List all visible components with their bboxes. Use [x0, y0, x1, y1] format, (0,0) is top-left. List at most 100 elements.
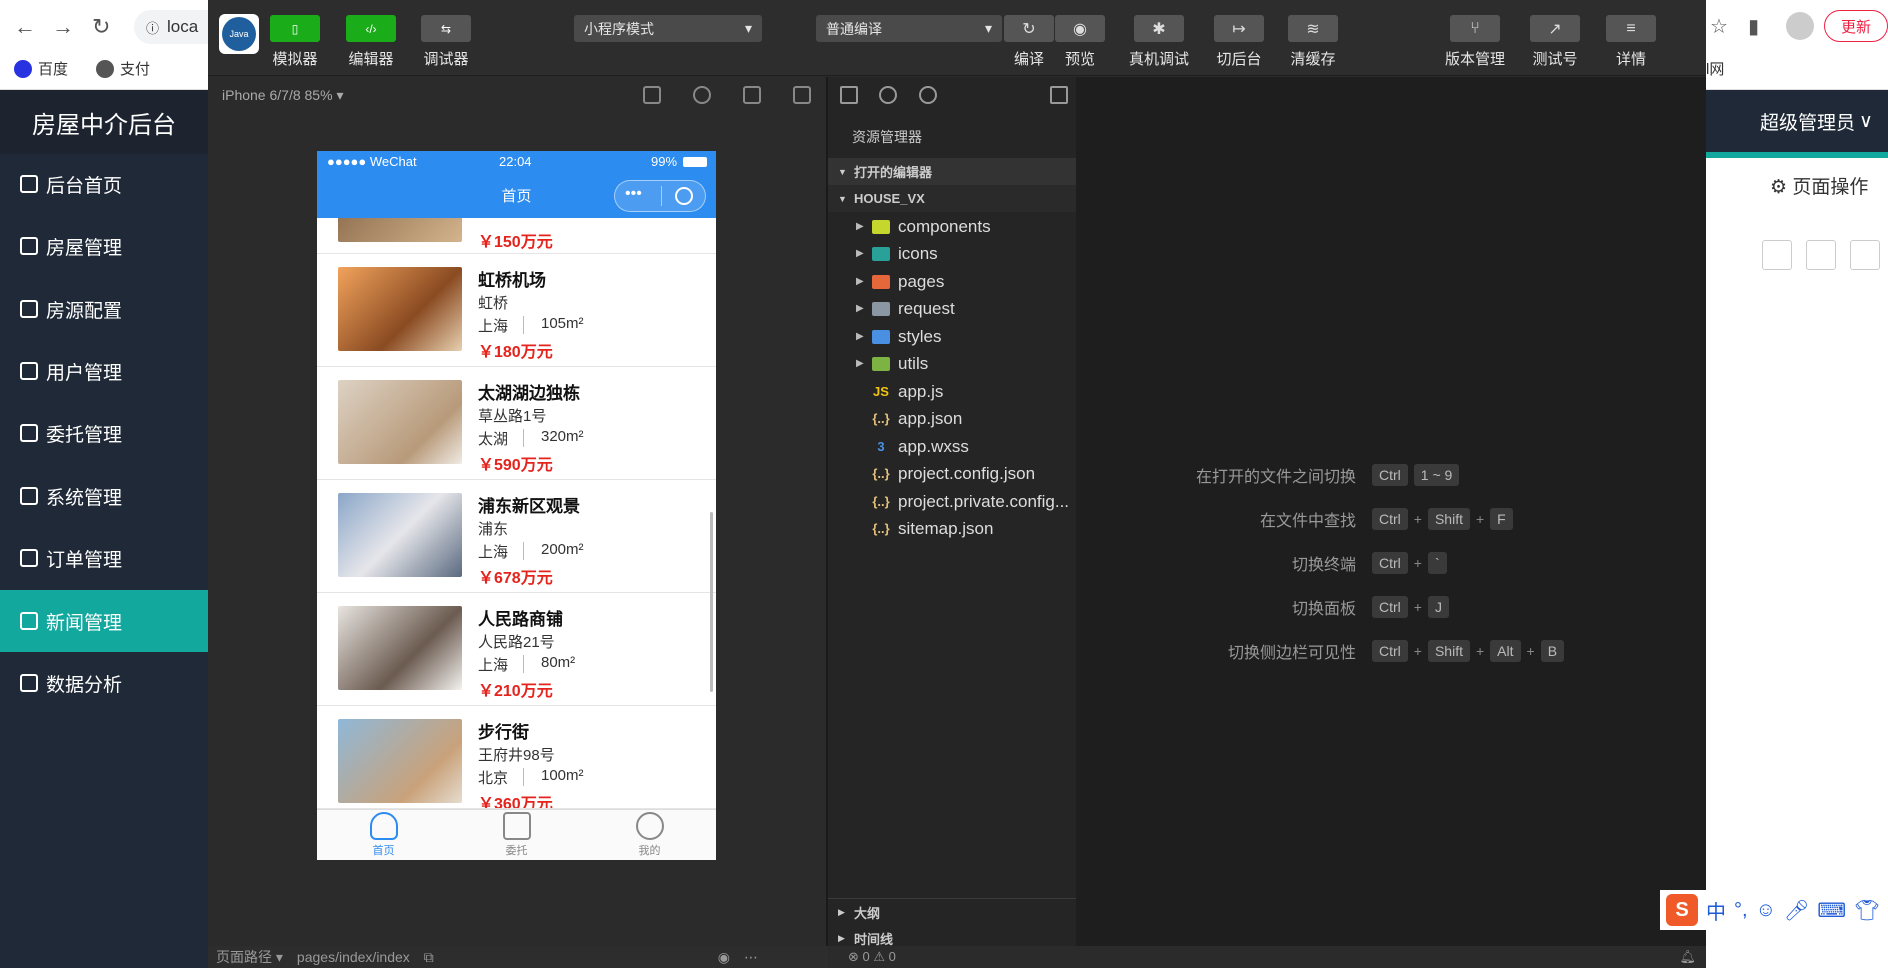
folder-components[interactable]: ▶ components — [828, 213, 1076, 240]
close-miniprogram-icon[interactable] — [675, 187, 693, 205]
forward-icon[interactable]: → — [52, 14, 74, 40]
eye-icon[interactable]: ◉ — [718, 949, 730, 966]
avatar[interactable]: Java — [219, 14, 259, 54]
volume-icon[interactable] — [743, 86, 761, 104]
page-ops-dropdown[interactable]: ⚙ 页面操作 — [1770, 172, 1868, 199]
more-icon[interactable]: ••• — [625, 185, 642, 203]
punctuation-icon[interactable]: °, — [1734, 899, 1748, 922]
admin-menu-news[interactable]: 新闻管理 — [0, 590, 208, 652]
compile-mode-select[interactable]: 普通编译 ▾ — [816, 15, 1002, 42]
emoji-icon[interactable]: ☺ — [1756, 899, 1776, 922]
phone-icon[interactable] — [643, 86, 661, 104]
phone-icon: ▯ — [291, 21, 299, 36]
file-project-config[interactable]: {..} project.config.json — [828, 460, 1076, 487]
file-app-wxss[interactable]: 3 app.wxss — [828, 433, 1076, 460]
admin-menu-home[interactable]: 后台首页 — [0, 153, 208, 215]
folder-icons[interactable]: ▶ icons — [828, 240, 1076, 267]
editor-button[interactable]: ‹/› — [346, 15, 396, 42]
clear-cache-button[interactable]: ≋ — [1288, 15, 1338, 42]
tab-delegate[interactable]: 委托 — [450, 812, 583, 858]
print-icon[interactable] — [1850, 240, 1880, 270]
sidepanel-icon[interactable]: ▮ — [1748, 14, 1759, 39]
simulator-button[interactable]: ▯ — [270, 15, 320, 42]
list-icon[interactable] — [840, 86, 858, 104]
folder-utils[interactable]: ▶ utils — [828, 350, 1076, 377]
scrollbar[interactable] — [710, 512, 713, 692]
tab-me[interactable]: 我的 — [583, 812, 716, 858]
admin-menu-houses[interactable]: 房屋管理 — [0, 215, 208, 277]
bookmark-pay[interactable]: 支付 — [96, 58, 150, 79]
file-project-private-config[interactable]: {..} project.private.config... — [828, 488, 1076, 515]
device-debug-button[interactable]: ✱ — [1134, 15, 1184, 42]
window-icon[interactable] — [793, 86, 811, 104]
device-select[interactable]: iPhone 6/7/8 85% ▾ — [208, 77, 826, 113]
debugger-button[interactable]: ⇆ — [421, 15, 471, 42]
house-image — [338, 218, 462, 242]
house-title: 浦东新区观景 — [478, 497, 580, 516]
admin-user-menu[interactable]: 超级管理员 ∨ — [1706, 90, 1888, 152]
keyboard-icon[interactable]: ⌨ — [1817, 898, 1846, 923]
list-item[interactable]: 浦东新区观景 浦东 上海 200m² ￥678万元 — [317, 480, 716, 593]
ime-toolbar: S 中 °, ☺ 🎤︎ ⌨ 👕︎ — [1660, 890, 1888, 930]
more-icon[interactable]: ⋯ — [744, 949, 758, 966]
folder-styles[interactable]: ▶ styles — [828, 323, 1076, 350]
info-icon: ⓘ — [146, 20, 160, 36]
ime-lang[interactable]: 中 — [1706, 896, 1726, 925]
search-icon[interactable] — [879, 86, 897, 104]
star-icon[interactable]: ☆ — [1710, 14, 1728, 39]
export-icon[interactable] — [1806, 240, 1836, 270]
record-icon[interactable] — [693, 86, 711, 104]
admin-menu-orders[interactable]: 订单管理 — [0, 527, 208, 589]
file-app-js[interactable]: JS app.js — [828, 378, 1076, 405]
list-item[interactable]: ￥150万元 — [317, 218, 716, 254]
admin-menu-system[interactable]: 系统管理 — [0, 465, 208, 527]
tab-home[interactable]: 首页 — [317, 812, 450, 858]
profile-icon[interactable] — [1786, 12, 1814, 40]
list-item[interactable]: 太湖湖边独栋 草丛路1号 太湖 320m² ￥590万元 — [317, 367, 716, 480]
problems-indicator[interactable]: ⊗ 0 ⚠ 0 — [848, 949, 896, 965]
copy-icon[interactable]: ⧉ — [424, 949, 434, 966]
bookmark-baidu[interactable]: 百度 — [14, 58, 68, 79]
details-label: 详情 — [1615, 51, 1646, 68]
compile-button[interactable]: ↻ — [1004, 15, 1054, 42]
list-item[interactable]: 人民路商铺 人民路21号 上海 80m² ￥210万元 — [317, 593, 716, 706]
sogou-icon[interactable]: S — [1666, 894, 1698, 926]
open-editors-section[interactable]: ▼ 打开的编辑器 — [828, 158, 1076, 185]
mic-icon[interactable]: 🎤︎ — [1784, 898, 1809, 923]
shirt-icon[interactable]: 👕︎ — [1854, 898, 1879, 923]
house-address: 浦东 — [478, 521, 509, 538]
admin-menu-users[interactable]: 用户管理 — [0, 340, 208, 402]
page-path-dropdown[interactable]: 页面路径 ▾ — [216, 947, 283, 967]
divider — [523, 768, 524, 786]
reload-icon[interactable]: ↻ — [92, 14, 110, 40]
admin-menu-config[interactable]: 房源配置 — [0, 278, 208, 340]
grid-icon[interactable] — [1762, 240, 1792, 270]
list-item[interactable]: 步行街 王府井98号 北京 100m² ￥360万元 — [317, 706, 716, 809]
house-price: ￥590万元 — [478, 457, 553, 474]
back-icon[interactable]: ← — [14, 14, 36, 40]
capsule-menu[interactable]: ••• — [614, 180, 706, 212]
admin-menu-analytics[interactable]: 数据分析 — [0, 652, 208, 714]
file-sitemap[interactable]: {..} sitemap.json — [828, 515, 1076, 542]
branch-icon[interactable] — [919, 86, 937, 104]
collapse-panel-icon[interactable] — [1050, 86, 1068, 104]
update-button[interactable]: 更新 — [1824, 10, 1888, 42]
house-image — [338, 380, 462, 464]
list-item[interactable]: 虹桥机场 虹桥 上海 105m² ￥180万元 — [317, 254, 716, 367]
file-app-json[interactable]: {..} app.json — [828, 405, 1076, 432]
admin-menu-delegate[interactable]: 委托管理 — [0, 402, 208, 464]
version-button[interactable]: ⑂ — [1450, 15, 1500, 42]
details-button[interactable]: ≡ — [1606, 15, 1656, 42]
mode-select[interactable]: 小程序模式 ▾ — [574, 15, 762, 42]
project-section[interactable]: ▼ HOUSE_VX — [828, 185, 1076, 212]
bookmark-label: 百度 — [38, 61, 69, 78]
folder-request[interactable]: ▶ request — [828, 295, 1076, 322]
folder-pages[interactable]: ▶ pages — [828, 268, 1076, 295]
bookmark-partial[interactable]: l网 — [1706, 58, 1724, 79]
test-account-button[interactable]: ↗ — [1530, 15, 1580, 42]
outline-section[interactable]: ▶ 大纲 — [828, 898, 1076, 925]
address-bar[interactable]: ⓘ loca — [134, 10, 208, 44]
bell-icon[interactable]: 🔔︎ — [1679, 949, 1696, 965]
background-button[interactable]: ↦ — [1214, 15, 1264, 42]
preview-button[interactable]: ◉ — [1055, 15, 1105, 42]
